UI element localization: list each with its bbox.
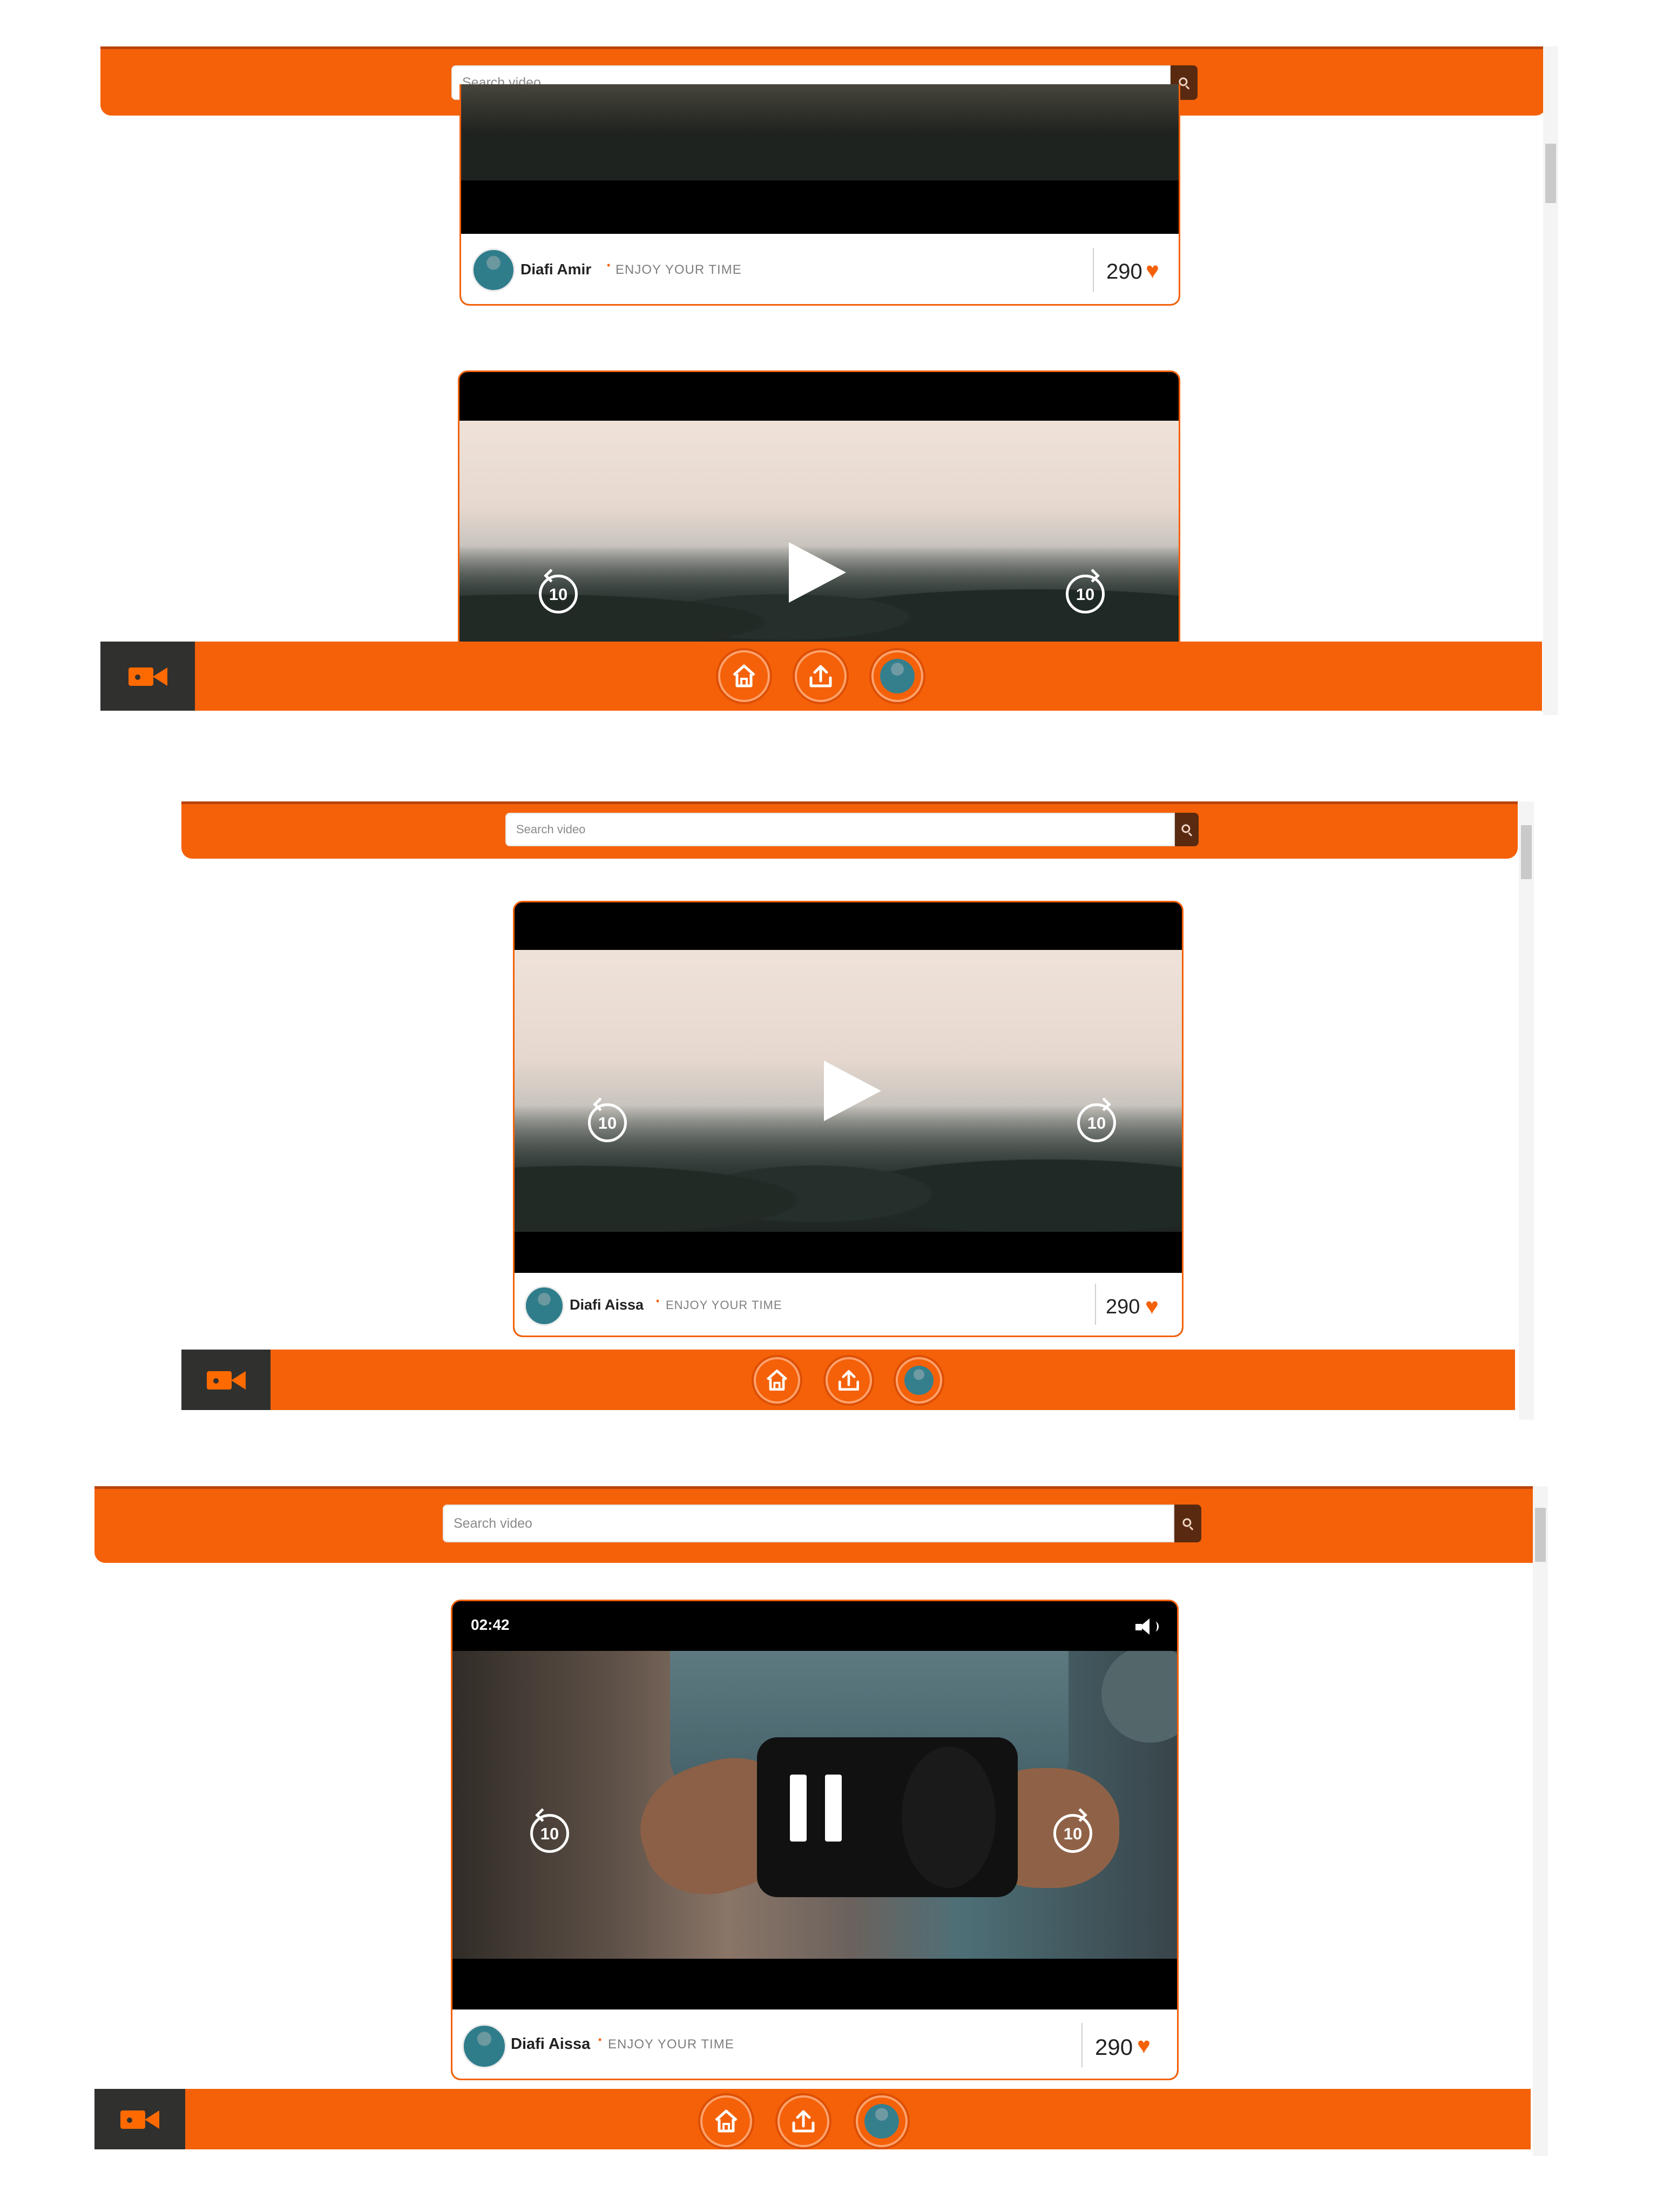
top-header bbox=[94, 1486, 1546, 1563]
video-camera-icon bbox=[206, 1368, 246, 1391]
likes-divider bbox=[1093, 248, 1094, 292]
search-icon bbox=[1181, 824, 1191, 833]
video-camera-icon bbox=[128, 665, 167, 687]
video-frame[interactable]: 10 10 bbox=[452, 1651, 1177, 1959]
video-card-footer: Diafi Aissa • ENJOY YOUR TIME 290 ♥ bbox=[515, 1273, 1182, 1336]
avatar[interactable] bbox=[462, 2024, 506, 2068]
likes-count: 290 bbox=[1106, 260, 1142, 284]
forward-10-icon[interactable]: 10 bbox=[1053, 1814, 1092, 1853]
avatar[interactable] bbox=[472, 248, 515, 292]
avatar-icon bbox=[904, 1366, 934, 1395]
likes-divider bbox=[1081, 2023, 1083, 2067]
video-subtitle: ENJOY YOUR TIME bbox=[616, 262, 742, 277]
home-icon bbox=[766, 1370, 788, 1391]
rewind-10-icon[interactable]: 10 bbox=[588, 1103, 627, 1142]
scrollbar[interactable] bbox=[1543, 46, 1558, 715]
bottom-navigation bbox=[181, 1350, 1515, 1410]
video-time: 02:42 bbox=[471, 1616, 510, 1633]
shirt-badge bbox=[1101, 1651, 1177, 1743]
header-accent bbox=[100, 46, 1546, 49]
likes-count: 290 bbox=[1095, 2034, 1133, 2060]
camera-lens bbox=[902, 1746, 996, 1888]
header-accent bbox=[94, 1486, 1546, 1489]
separator-dot: • bbox=[598, 2034, 602, 2045]
scrollbar-thumb[interactable] bbox=[1545, 144, 1556, 203]
video-card: 10 10 Diafi Aissa • ENJOY YOUR TIME 290 … bbox=[513, 901, 1184, 1337]
avatar-icon bbox=[864, 2104, 899, 2139]
separator-dot: • bbox=[607, 260, 611, 271]
search-icon bbox=[1182, 1518, 1192, 1527]
bottom-navigation bbox=[100, 642, 1542, 711]
volume-icon[interactable] bbox=[1135, 1617, 1160, 1636]
video-card: 02:42 10 10 Diafi Aissa • ENJOY YOUR TIM… bbox=[451, 1600, 1179, 2080]
video-subtitle: ENJOY YOUR TIME bbox=[666, 1298, 782, 1312]
video-card: Diafi Amir • ENJOY YOUR TIME 290 ♥ bbox=[459, 84, 1180, 306]
heart-icon[interactable]: ♥ bbox=[1146, 259, 1159, 282]
pause-icon[interactable] bbox=[790, 1775, 842, 1842]
search-input[interactable] bbox=[444, 1506, 1173, 1541]
search-field-container[interactable] bbox=[505, 813, 1175, 846]
search-field-container[interactable] bbox=[443, 1505, 1174, 1542]
play-icon[interactable] bbox=[789, 542, 846, 603]
separator-dot: • bbox=[656, 1296, 660, 1306]
likes-divider bbox=[1095, 1284, 1096, 1325]
home-button[interactable] bbox=[700, 2095, 752, 2147]
app-logo[interactable] bbox=[181, 1350, 271, 1410]
video-frame[interactable]: 10 10 bbox=[459, 421, 1179, 648]
scrollbar-thumb[interactable] bbox=[1521, 825, 1532, 879]
video-card-footer: Diafi Aissa • ENJOY YOUR TIME 290 ♥ bbox=[452, 2009, 1177, 2079]
video-camera-icon bbox=[120, 2108, 159, 2130]
author-name[interactable]: Diafi Amir bbox=[520, 261, 591, 278]
forward-10-icon[interactable]: 10 bbox=[1066, 575, 1105, 613]
video-card-footer: Diafi Amir • ENJOY YOUR TIME 290 ♥ bbox=[461, 234, 1179, 304]
scrollbar[interactable] bbox=[1533, 1486, 1548, 2156]
profile-button[interactable] bbox=[871, 650, 923, 702]
screenshot-panel-2: 10 10 Diafi Aissa • ENJOY YOUR TIME 290 … bbox=[181, 801, 1534, 1420]
bottom-navigation bbox=[94, 2089, 1531, 2149]
upload-button[interactable] bbox=[777, 2095, 829, 2147]
heart-icon[interactable]: ♥ bbox=[1145, 1295, 1159, 1318]
play-icon[interactable] bbox=[824, 1061, 881, 1121]
search-button[interactable] bbox=[1174, 1505, 1201, 1542]
video-controls-footer bbox=[452, 1959, 1177, 2006]
header-accent bbox=[181, 801, 1518, 804]
scrollbar[interactable] bbox=[1519, 801, 1534, 1420]
upload-icon bbox=[792, 2110, 815, 2133]
video-subtitle: ENJOY YOUR TIME bbox=[608, 2037, 734, 2052]
video-frame[interactable] bbox=[461, 84, 1179, 180]
scrollbar-thumb[interactable] bbox=[1535, 1508, 1546, 1562]
video-controls-header: 02:42 bbox=[452, 1601, 1177, 1651]
search-input[interactable] bbox=[506, 814, 1174, 845]
upload-button[interactable] bbox=[826, 1357, 872, 1404]
rewind-10-icon[interactable]: 10 bbox=[539, 575, 578, 613]
author-name[interactable]: Diafi Aissa bbox=[570, 1297, 644, 1313]
author-name[interactable]: Diafi Aissa bbox=[511, 2035, 590, 2053]
screenshot-panel-1: Diafi Amir • ENJOY YOUR TIME 290 ♥ 10 10 bbox=[100, 46, 1558, 715]
upload-icon bbox=[838, 1370, 859, 1391]
home-icon bbox=[715, 2109, 738, 2133]
screenshot-panel-3: 02:42 10 10 Diafi Aissa • ENJOY YOUR TIM… bbox=[94, 1486, 1552, 2156]
video-frame[interactable]: 10 10 bbox=[515, 950, 1182, 1232]
app-logo[interactable] bbox=[94, 2089, 185, 2149]
upload-icon bbox=[809, 665, 832, 687]
search-button[interactable] bbox=[1175, 813, 1199, 846]
heart-icon[interactable]: ♥ bbox=[1137, 2034, 1151, 2057]
app-logo[interactable] bbox=[100, 642, 195, 711]
home-button[interactable] bbox=[754, 1357, 800, 1404]
avatar[interactable] bbox=[524, 1286, 564, 1326]
profile-button[interactable] bbox=[856, 2095, 908, 2147]
top-header bbox=[181, 801, 1518, 859]
upload-button[interactable] bbox=[795, 650, 847, 702]
profile-button[interactable] bbox=[896, 1357, 942, 1404]
rewind-10-icon[interactable]: 10 bbox=[530, 1814, 569, 1853]
home-button[interactable] bbox=[718, 650, 770, 702]
likes-count: 290 bbox=[1106, 1296, 1140, 1318]
home-icon bbox=[733, 664, 755, 687]
avatar-icon bbox=[880, 659, 915, 693]
forward-10-icon[interactable]: 10 bbox=[1077, 1103, 1116, 1142]
